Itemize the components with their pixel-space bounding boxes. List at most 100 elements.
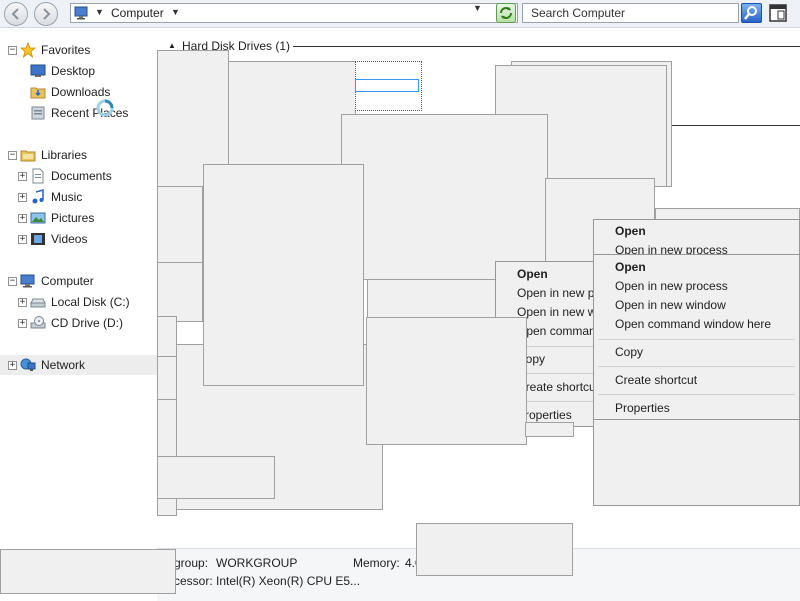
ghost-window — [157, 356, 177, 400]
nav-item-recent-places[interactable]: Recent Places — [0, 103, 157, 123]
nav-pictures-label: Pictures — [51, 211, 95, 225]
nav-item-desktop[interactable]: Desktop — [0, 61, 157, 81]
menu-separator — [598, 366, 795, 367]
search-button[interactable] — [741, 3, 762, 23]
refresh-button[interactable] — [496, 3, 516, 23]
libraries-icon — [20, 150, 36, 162]
nav-favorites[interactable]: − Favorites — [0, 40, 157, 60]
menu-item-properties[interactable]: Properties — [615, 401, 670, 415]
downloads-folder-icon — [30, 87, 46, 99]
nav-item-documents[interactable]: + Documents — [0, 166, 157, 186]
documents-expand-icon[interactable]: + — [18, 172, 27, 181]
nav-libraries[interactable]: − Libraries — [0, 145, 157, 165]
nav-videos-label: Videos — [51, 232, 88, 246]
star-icon — [20, 42, 36, 58]
documents-icon — [32, 168, 44, 184]
address-toolbar: ▼ Computer ▼ ▼ Search Computer — [0, 0, 800, 28]
menu-item-copy[interactable]: Copy — [615, 345, 643, 359]
processor-value: Intel(R) Xeon(R) CPU E5... — [216, 574, 361, 588]
memory-label: Memory: — [353, 556, 400, 570]
computer-icon — [20, 274, 35, 288]
videos-icon — [31, 233, 45, 245]
hard-drive-icon — [30, 298, 46, 308]
nav-favorites-label: Favorites — [41, 43, 91, 57]
videos-expand-icon[interactable]: + — [18, 235, 27, 244]
search-placeholder: Search Computer — [531, 6, 626, 20]
nav-computer[interactable]: − Computer — [0, 271, 157, 291]
busy-cursor-icon — [96, 99, 114, 117]
back-button[interactable] — [4, 2, 28, 26]
menu-item-create-shortcut[interactable]: Create shortcut — [517, 380, 599, 394]
navigation-pane: − Favorites Desktop Downloads Recent Pla… — [0, 28, 157, 548]
nav-cd-drive-label: CD Drive (D:) — [51, 316, 123, 330]
rename-input[interactable] — [355, 79, 419, 92]
menu-item-open-command[interactable]: Open command — [517, 324, 602, 338]
ghost-window — [157, 456, 275, 499]
nav-item-music[interactable]: + Music — [0, 187, 157, 207]
menu-item-open-new-window[interactable]: Open in new w — [517, 305, 596, 319]
nav-item-downloads[interactable]: Downloads — [0, 82, 157, 102]
section-divider — [293, 46, 800, 47]
menu-item-open[interactable]: Open — [615, 260, 646, 274]
menu-item-open-new-process[interactable]: Open in new process — [615, 279, 728, 293]
menu-item-open-new-process[interactable]: Open in new p — [517, 286, 594, 300]
nav-item-cd-drive[interactable]: + CD Drive (D:) — [0, 313, 157, 333]
music-expand-icon[interactable]: + — [18, 193, 27, 202]
forward-arrow-icon — [43, 8, 51, 20]
nav-documents-label: Documents — [51, 169, 112, 183]
menu-separator — [598, 394, 795, 395]
recent-places-icon — [31, 106, 45, 120]
forward-button[interactable] — [34, 2, 58, 26]
ghost-window — [203, 164, 364, 386]
refresh-icon — [500, 7, 512, 19]
menu-item-open-new-window[interactable]: Open in new window — [615, 298, 726, 312]
ghost-window — [525, 422, 574, 437]
ghost-window — [367, 279, 497, 319]
ghost-window — [366, 317, 527, 445]
nav-music-label: Music — [51, 190, 83, 204]
processor-label: cessor: — [174, 574, 213, 588]
search-input[interactable]: Search Computer — [522, 3, 739, 23]
address-chevron-icon[interactable]: ▼ — [95, 7, 104, 17]
menu-item-create-shortcut[interactable]: Create shortcut — [615, 373, 697, 387]
pictures-expand-icon[interactable]: + — [18, 214, 27, 223]
nav-local-disk-label: Local Disk (C:) — [51, 295, 130, 309]
section-divider — [668, 125, 800, 126]
menu-item-open-command-window[interactable]: Open command window here — [615, 317, 771, 331]
nav-item-videos[interactable]: + Videos — [0, 229, 157, 249]
favorites-collapse-icon[interactable]: − — [8, 46, 17, 55]
ghost-window — [0, 549, 176, 594]
menu-item-open[interactable]: Open — [615, 224, 646, 238]
preview-pane-icon[interactable] — [768, 3, 788, 23]
menu-separator — [598, 339, 795, 340]
search-icon — [744, 6, 757, 20]
menu-item-open[interactable]: Open — [517, 267, 548, 281]
ghost-window — [416, 523, 573, 576]
ghost-window — [157, 186, 203, 266]
address-location[interactable]: Computer — [111, 6, 164, 20]
music-icon — [32, 189, 44, 204]
network-icon — [20, 358, 36, 371]
workgroup-label: group: — [174, 556, 209, 570]
nav-item-pictures[interactable]: + Pictures — [0, 208, 157, 228]
cd-drive-icon — [30, 316, 46, 329]
address-history-dropdown-icon[interactable]: ▼ — [473, 3, 482, 13]
address-field[interactable]: ▼ Computer ▼ — [70, 3, 518, 23]
computer-icon — [74, 6, 88, 20]
local-disk-expand-icon[interactable]: + — [18, 298, 27, 307]
cd-drive-expand-icon[interactable]: + — [18, 319, 27, 328]
ghost-window — [157, 262, 203, 322]
nav-network[interactable]: + Network — [0, 355, 157, 375]
location-chevron-icon[interactable]: ▼ — [171, 7, 180, 17]
desktop-icon — [30, 64, 46, 77]
section-collapse-icon[interactable]: ▲ — [168, 41, 176, 50]
context-menu: Open Open in new process Open in new win… — [593, 254, 800, 420]
ghost-window — [228, 61, 356, 171]
nav-recent-places-label: Recent Places — [51, 106, 129, 120]
nav-computer-label: Computer — [41, 274, 94, 288]
libraries-collapse-icon[interactable]: − — [8, 151, 17, 160]
back-arrow-icon — [11, 8, 19, 20]
nav-item-local-disk[interactable]: + Local Disk (C:) — [0, 292, 157, 312]
computer-collapse-icon[interactable]: − — [8, 277, 17, 286]
network-expand-icon[interactable]: + — [8, 361, 17, 370]
